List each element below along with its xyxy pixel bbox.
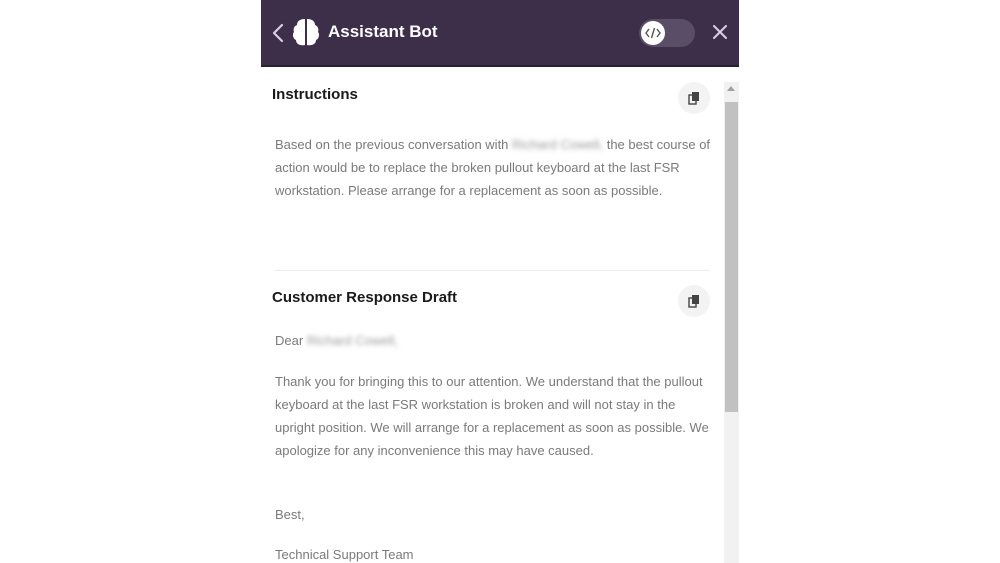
draft-title: Customer Response Draft: [272, 289, 458, 306]
instructions-text-before: Based on the previous conversation with: [275, 137, 509, 152]
redacted-customer-name: Richard Cowell,: [512, 137, 604, 152]
toggle-knob: [641, 21, 665, 45]
greeting-prefix: Dear: [275, 333, 304, 348]
redacted-greeting-name: Richard Cowell,: [306, 333, 398, 348]
app-title: Assistant Bot: [328, 22, 438, 41]
back-button[interactable]: [269, 21, 287, 45]
close-button[interactable]: [710, 22, 730, 42]
instructions-text: Based on the previous conversation with …: [275, 133, 711, 202]
draft-signoff: Best,: [275, 507, 305, 522]
copy-instructions-button[interactable]: [678, 82, 710, 114]
section-divider: [275, 270, 710, 271]
code-view-toggle[interactable]: [639, 19, 695, 47]
scroll-thumb[interactable]: [725, 102, 738, 412]
draft-signature: Technical Support Team: [275, 547, 414, 562]
scroll-up-arrow[interactable]: [727, 86, 735, 91]
close-icon: [713, 25, 727, 39]
assistant-panel: Assistant Bot Instructions Based on the …: [261, 0, 739, 563]
instructions-title: Instructions: [272, 86, 358, 103]
code-icon: [645, 27, 661, 39]
copy-icon: [688, 92, 699, 105]
scrollbar[interactable]: [724, 82, 739, 563]
draft-body: Thank you for bringing this to our atten…: [275, 374, 709, 458]
copy-icon: [688, 295, 699, 308]
copy-draft-button[interactable]: [678, 285, 710, 317]
draft-greeting: Dear Richard Cowell,: [275, 329, 711, 352]
brain-icon: [290, 16, 322, 48]
header-bar: Assistant Bot: [261, 0, 739, 67]
chevron-left-icon: [272, 23, 284, 43]
